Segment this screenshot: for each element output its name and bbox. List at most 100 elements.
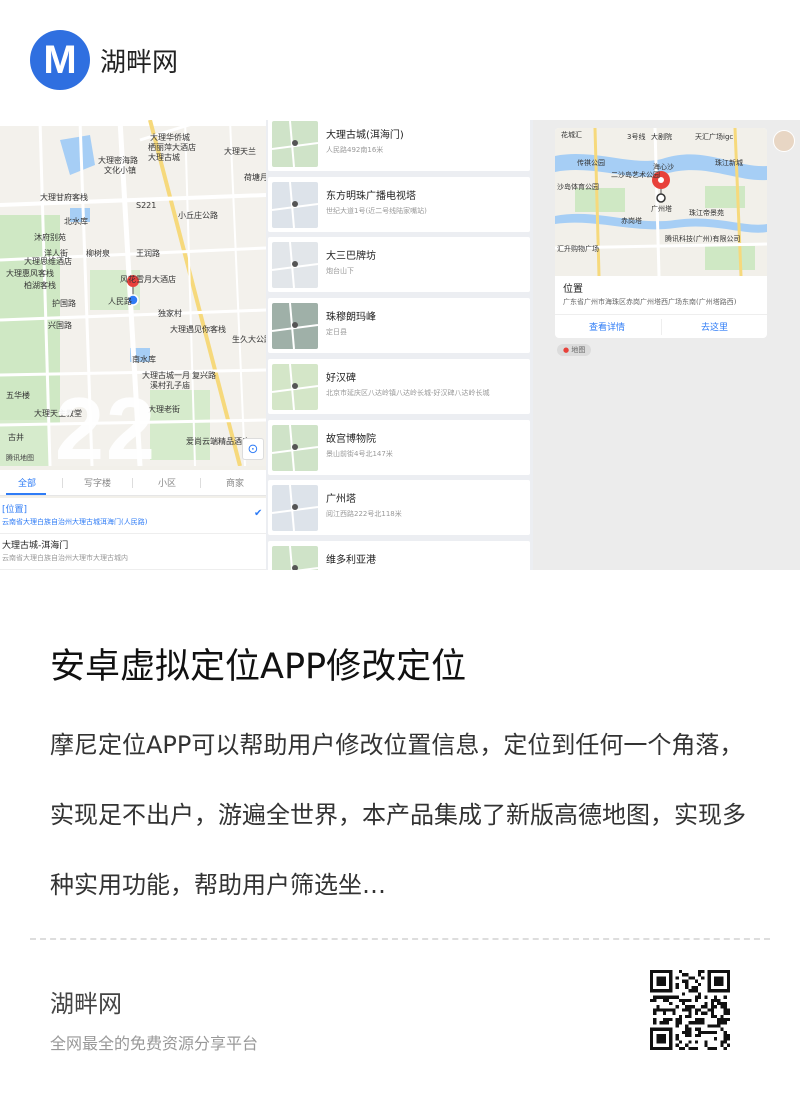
map-label: 古井 — [8, 433, 24, 442]
location-address: 阅江西路222号北118米 — [326, 510, 402, 519]
category-tabs: 全部 写字楼 小区 商家 — [0, 470, 266, 496]
map-thumbnail — [272, 121, 318, 167]
map-label: 文化小镇 — [104, 166, 136, 175]
button-divider — [661, 319, 662, 335]
map-pin-icon — [289, 545, 318, 570]
footer-tagline: 全网最全的免费资源分享平台 — [50, 1034, 259, 1053]
map-pin-icon — [272, 424, 318, 471]
map-tag-label: 地图 — [571, 346, 586, 354]
location-title: 大理古城(洱海门) — [326, 130, 404, 141]
location-title: 好汉碑 — [326, 372, 356, 384]
map-search-screen: 大理华侨城 栖丽萍大酒店 大理古城 大理密海路 文化小镇 大理甘府客栈 北水库 沐府别苑 洋人街… — [0, 120, 266, 570]
map-attribution: 腾讯地图 — [6, 454, 34, 462]
map-label: S221 — [136, 201, 157, 210]
result-address: 云南省大理白族自治州大理古城洱海门(人民路) — [2, 518, 148, 526]
map-label: 柳树泉 — [86, 249, 110, 258]
map-label: 3号线 — [627, 133, 646, 141]
site-name[interactable]: 湖畔网 — [100, 42, 178, 79]
tab-divider — [62, 478, 63, 488]
list-item[interactable]: 大三巴牌坊 炮台山下 — [268, 237, 530, 293]
checkmark-icon: ✔ — [254, 508, 263, 519]
target-icon[interactable]: ⊙ — [242, 438, 264, 460]
list-item[interactable]: 广州塔阅江西路222号北118米 — [268, 480, 530, 536]
view-details-button[interactable]: 查看详情 — [589, 320, 625, 333]
map-label: 五华楼 — [6, 391, 30, 400]
map-pin-icon — [272, 363, 318, 410]
map-label: 兴国路 — [48, 321, 72, 330]
tab-divider — [200, 478, 201, 488]
location-title: 广州塔 — [326, 494, 356, 506]
header: M 湖畔网 — [0, 0, 800, 120]
map-thumbnail — [272, 242, 318, 289]
list-item[interactable]: 大理古城-洱海门 云南省大理白族自治州大理市大理古城内 — [0, 534, 266, 570]
location-address: 定日县 — [326, 328, 347, 337]
map-label: 珠江帝景苑 — [689, 209, 724, 217]
map-label: 大理思维酒店 — [24, 257, 72, 266]
list-item[interactable]: 故宫博物院 景山前街4号北147米 — [268, 419, 530, 475]
list-item[interactable]: 大理古城(洱海门) 人民路492南16米 — [268, 120, 530, 171]
location-detail-screen: 天汇广场igc 大剧院 海心沙 传祺公园 二沙岛艺术公园 沙岛体育公园 广州塔 赤岗塔 珠江帝景… — [533, 120, 800, 570]
map-label: 柏湖客栈 — [24, 281, 56, 290]
map-label: 大理遇见你客栈 — [170, 325, 226, 334]
tower-icon — [656, 193, 666, 203]
avatar[interactable] — [773, 130, 795, 152]
map-tag[interactable]: ● 地图 — [557, 344, 592, 356]
location-address: 世纪大道1号(近二号线陆家嘴站) — [326, 206, 427, 215]
list-item[interactable]: 好汉碑 北京市延庆区八达岭镇八达岭长城-好汉碑八达岭长城 — [268, 358, 530, 414]
tab-residential[interactable]: 小区 — [158, 476, 176, 489]
card-actions: 查看详情 去这里 — [555, 314, 767, 338]
article-description: 摩尼定位APP可以帮助用户修改位置信息，定位到任何一个角落，实现足不出户，游遍全… — [50, 731, 746, 899]
tab-all[interactable]: 全部 — [18, 476, 36, 489]
location-address: 炮台山下 — [326, 267, 354, 276]
map-label: 二沙岛艺术公园 — [611, 171, 660, 179]
page-title: 安卓虚拟定位APP修改定位 — [50, 647, 467, 687]
tab-office[interactable]: 写字楼 — [84, 476, 111, 489]
map-pin-icon — [272, 181, 318, 228]
location-address: 人民路492南16米 — [326, 146, 384, 154]
location-title: 维多利亚港 — [326, 554, 376, 566]
map-thumbnail — [272, 485, 318, 532]
map-label: 赤岗塔 — [621, 217, 642, 225]
map-label: 大理古城 — [148, 153, 180, 162]
list-item[interactable]: [位置] 云南省大理白族自治州大理古城洱海门(人民路) ✔ — [0, 498, 266, 534]
map-label: 大剧院 — [651, 133, 672, 141]
tab-merchant[interactable]: 商家 — [226, 476, 244, 489]
map-label: 珠江新城 — [715, 159, 743, 167]
map-label: 人民路 — [108, 297, 132, 306]
list-item[interactable]: 维多利亚港 — [268, 540, 530, 570]
result-address: 云南省大理白族自治州大理市大理古城内 — [2, 554, 128, 562]
map-label: 大理甘府客栈 — [40, 193, 88, 202]
map-label: 生久大公路 — [232, 335, 266, 344]
map-label: 王润路 — [136, 249, 160, 258]
location-title: 珠穆朗玛峰 — [326, 312, 376, 324]
divider — [30, 938, 770, 940]
map-thumbnail — [272, 363, 318, 410]
map-pin-icon — [272, 242, 318, 289]
navigate-here-button[interactable]: 去这里 — [701, 320, 728, 333]
location-card: 天汇广场igc 大剧院 海心沙 传祺公园 二沙岛艺术公园 沙岛体育公园 广州塔 赤岗塔 珠江帝景… — [555, 128, 767, 338]
map-thumbnail — [272, 181, 318, 228]
active-tab-indicator — [6, 493, 46, 495]
map-thumbnail — [272, 303, 318, 350]
qr-code[interactable] — [650, 970, 730, 1050]
map-pin-icon — [272, 303, 318, 350]
map-label: 小丘庄公路 — [178, 211, 218, 220]
map-label: 独家村 — [158, 309, 182, 318]
location-address: 广东省广州市海珠区赤岗广州塔西广场东南(广州塔路西) — [563, 298, 737, 306]
list-item[interactable]: 珠穆朗玛峰 定日县 — [268, 298, 530, 354]
location-title: 位置 — [563, 284, 583, 295]
map-label: 天汇广场igc — [695, 133, 734, 141]
map-label: 风花雪月大酒店 — [120, 275, 176, 284]
map-label: 花城汇 — [561, 131, 582, 139]
list-item[interactable]: 东方明珠广播电视塔 世纪大道1号(近二号线陆家嘴站) — [268, 176, 530, 232]
map-pin-icon — [272, 121, 318, 167]
site-logo[interactable]: M — [30, 30, 90, 90]
map-label: 腾讯科技(广州)有限公司 — [665, 235, 741, 243]
map-label: 护国路 — [52, 299, 76, 308]
map-label: 大理天兰 — [224, 147, 256, 156]
result-title: [位置] — [2, 505, 28, 515]
map-label: 复兴路 — [192, 371, 216, 380]
map-label: 南水库 — [132, 355, 156, 364]
map-pin-icon — [272, 485, 318, 532]
app-screenshot-collage: 大理华侨城 栖丽萍大酒店 大理古城 大理密海路 文化小镇 大理甘府客栈 北水库 沐府别苑 洋人街… — [0, 120, 800, 570]
